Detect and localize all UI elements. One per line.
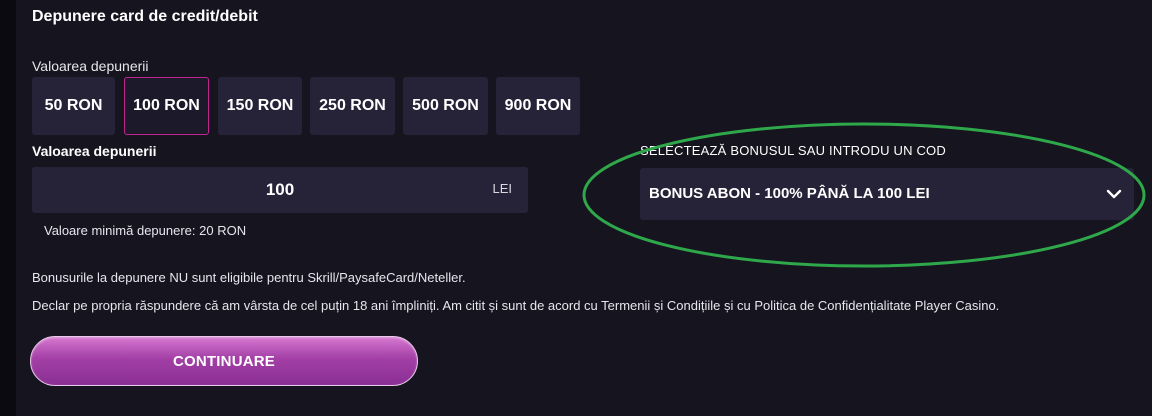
deposit-amount-label: Valoarea depunerii	[32, 143, 157, 159]
amount-option-250[interactable]: 250 RON	[310, 77, 395, 135]
continue-button[interactable]: CONTINUARE	[30, 336, 418, 386]
age-terms-declaration: Declar pe propria răspundere că am vârst…	[32, 298, 1000, 313]
bonus-selected-value: BONUS ABON - 100% PÂNĂ LA 100 LEI	[649, 185, 930, 202]
deposit-amount-value[interactable]: 100	[32, 167, 528, 213]
amount-option-150[interactable]: 150 RON	[218, 77, 302, 135]
page-gutter	[0, 0, 16, 416]
bonus-select-label: SELECTEAZĂ BONUSUL SAU INTRODU UN COD	[640, 143, 946, 158]
chevron-down-icon[interactable]	[1104, 184, 1124, 204]
bonus-eligibility-notice: Bonusurile la depunere NU sunt eligibile…	[32, 270, 466, 285]
bonus-select[interactable]: BONUS ABON - 100% PÂNĂ LA 100 LEI	[640, 168, 1134, 220]
amount-option-900[interactable]: 900 RON	[496, 77, 580, 135]
minimum-deposit-note: Valoare minimă depunere: 20 RON	[44, 223, 247, 238]
continue-button-label: CONTINUARE	[173, 352, 275, 370]
amount-option-50[interactable]: 50 RON	[32, 77, 115, 135]
amount-option-100[interactable]: 100 RON	[124, 77, 209, 135]
currency-unit: LEI	[492, 181, 512, 196]
section-title: Depunere card de credit/debit	[32, 8, 258, 25]
amount-options-label: Valoarea depunerii	[32, 58, 149, 74]
amount-option-500[interactable]: 500 RON	[403, 77, 488, 135]
deposit-amount-field[interactable]: 100 LEI	[32, 167, 528, 213]
